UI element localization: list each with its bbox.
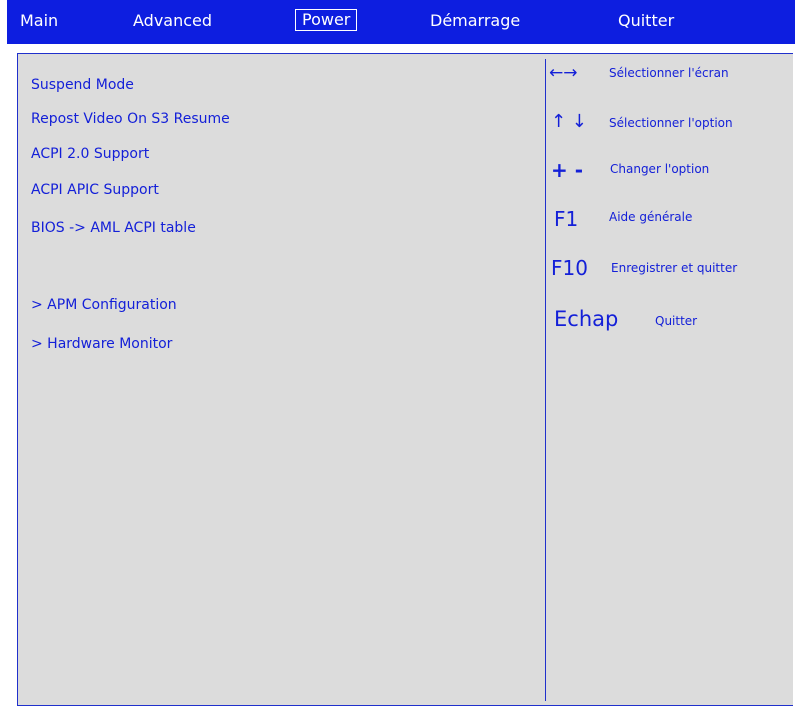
help-text-select-screen: Sélectionner l'écran	[609, 66, 729, 80]
tab-demarrage[interactable]: Démarrage	[430, 11, 520, 31]
setting-bios-aml-acpi-table[interactable]: BIOS -> AML ACPI table	[31, 219, 196, 237]
up-down-arrows-icon: ↑ ↓	[551, 111, 587, 132]
echap-key-label: Echap	[554, 307, 619, 331]
help-text-select-option: Sélectionner l'option	[609, 116, 733, 130]
setting-suspend-mode[interactable]: Suspend Mode	[31, 76, 134, 94]
tab-quitter[interactable]: Quitter	[618, 11, 674, 31]
plus-minus-icon: + -	[551, 158, 584, 182]
setting-repost-video[interactable]: Repost Video On S3 Resume	[31, 110, 230, 128]
tab-power[interactable]: Power	[295, 9, 358, 31]
submenu-hardware-monitor[interactable]: > Hardware Monitor	[31, 335, 172, 353]
setting-acpi-apic-support[interactable]: ACPI APIC Support	[31, 181, 159, 199]
submenu-apm-configuration[interactable]: > APM Configuration	[31, 296, 177, 314]
tab-advanced[interactable]: Advanced	[133, 11, 212, 31]
menu-bar: Main Advanced Power Démarrage Quitter	[7, 0, 795, 44]
f10-key-label: F10	[551, 256, 588, 280]
help-text-general-help: Aide générale	[609, 210, 693, 224]
panel-divider	[545, 59, 546, 701]
tab-main[interactable]: Main	[20, 11, 58, 31]
left-right-arrows-icon: ←→	[549, 63, 578, 83]
setting-acpi-2-support[interactable]: ACPI 2.0 Support	[31, 145, 149, 163]
help-text-save-exit: Enregistrer et quitter	[611, 261, 738, 275]
settings-panel: Suspend Mode Repost Video On S3 Resume A…	[17, 53, 793, 706]
help-text-change-option: Changer l'option	[610, 162, 710, 176]
f1-key-label: F1	[554, 207, 579, 231]
help-text-exit: Quitter	[655, 314, 698, 328]
